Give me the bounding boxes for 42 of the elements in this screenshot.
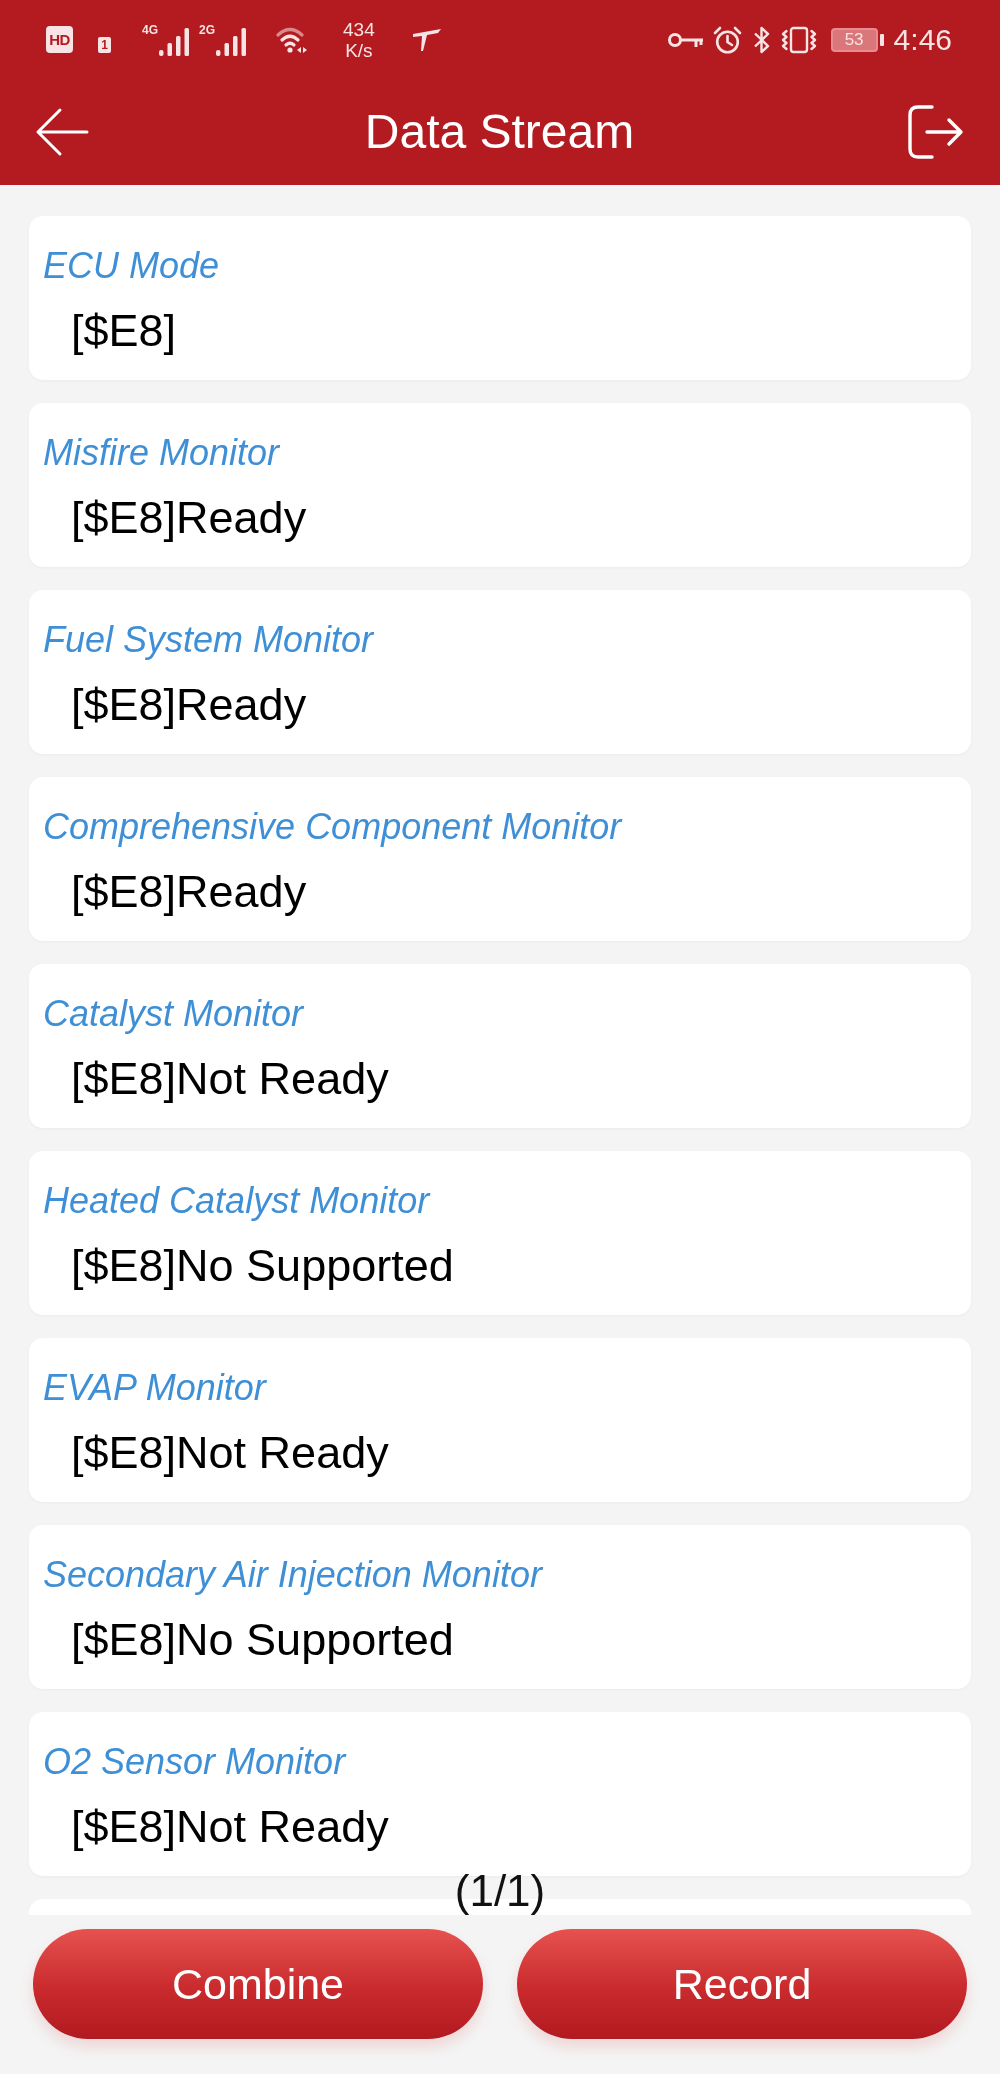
exit-button[interactable] <box>907 104 964 160</box>
network-speed-unit: K/s <box>345 39 373 61</box>
page-indicator: (1/1) <box>454 1868 546 1914</box>
item-value: [$E8]No Supported <box>71 1614 454 1666</box>
vibrate-icon <box>780 25 817 54</box>
item-label: Comprehensive Component Monitor <box>43 806 622 848</box>
action-button[interactable]: Combine <box>33 1929 483 2039</box>
clock-time: 4:46 <box>893 22 952 57</box>
item-value: [$E8]Ready <box>71 866 307 918</box>
network-speed-value: 434 <box>343 18 375 40</box>
hd-indicator: HD <box>46 26 73 53</box>
item-label: ECU Mode <box>43 245 220 287</box>
item-value: [$E8]Ready <box>71 492 307 544</box>
item-value: [$E8]Not Ready <box>71 1427 389 1479</box>
bluetooth-icon <box>751 25 771 54</box>
item-label: Heated Catalyst Monitor <box>43 1180 430 1222</box>
sim-slot-indicator: 1 <box>98 37 111 53</box>
t-shape-icon <box>411 28 441 51</box>
exit-icon <box>907 104 964 160</box>
signal-icon <box>159 28 189 56</box>
item-value: [$E8]No Supported <box>71 1240 454 1292</box>
alarm-clock-icon <box>712 25 742 54</box>
back-arrow-icon <box>35 107 89 157</box>
action-button[interactable]: Record <box>517 1929 967 2039</box>
back-button[interactable] <box>35 107 89 157</box>
item-label: Fuel System Monitor <box>43 619 374 661</box>
item-value: [$E8]Not Ready <box>71 1053 389 1105</box>
network-type-label: 4G <box>142 23 158 37</box>
item-value: [$E8]Ready <box>71 679 307 731</box>
item-value: [$E8]Not Ready <box>71 1801 389 1853</box>
item-value: [$E8] <box>71 305 177 357</box>
item-label: Secondary Air Injection Monitor <box>43 1554 542 1596</box>
item-label: Misfire Monitor <box>43 432 280 474</box>
item-label: EVAP Monitor <box>43 1367 266 1409</box>
key-icon <box>667 31 703 48</box>
battery-percent: 53 <box>844 30 864 49</box>
network-type-label: 2G <box>199 23 216 37</box>
page-title: Data Stream <box>364 104 635 160</box>
item-label: O2 Sensor Monitor <box>43 1741 346 1783</box>
signal-icon <box>216 28 247 56</box>
wifi-icon <box>276 25 309 54</box>
item-label: Catalyst Monitor <box>43 993 304 1035</box>
